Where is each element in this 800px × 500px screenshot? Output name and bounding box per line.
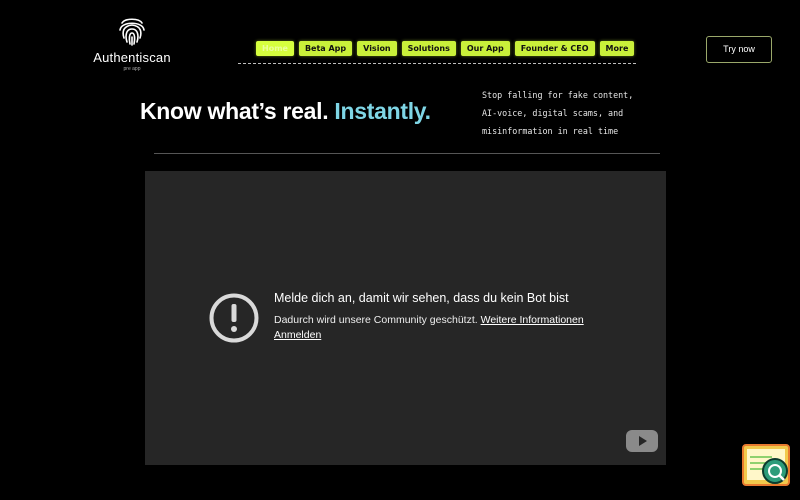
video-embed[interactable]: Melde dich an, damit wir sehen, dass du …: [145, 171, 666, 465]
try-now-button[interactable]: Try now: [706, 36, 772, 63]
nav-divider: [238, 63, 636, 64]
fingerprint-icon: [119, 18, 145, 46]
nav-item-more[interactable]: More: [599, 41, 635, 56]
hero-headline: Know what’s real. Instantly.: [140, 98, 431, 125]
hero-headline-accent: Instantly.: [334, 98, 431, 124]
brand-name: Authentiscan: [93, 50, 171, 65]
brand-subtitle: pre app: [123, 66, 141, 72]
tagline-line: Stop falling for fake content,: [482, 90, 634, 100]
video-error-title: Melde dich an, damit wir sehen, dass du …: [274, 291, 569, 305]
video-error-message: Dadurch wird unsere Community geschützt.…: [274, 314, 584, 326]
brand-logo[interactable]: Authentiscan pre app: [88, 14, 176, 72]
youtube-play-icon[interactable]: [626, 430, 658, 452]
warning-circle-icon: [209, 293, 259, 343]
nav-item-home[interactable]: Home: [256, 41, 294, 56]
more-info-link[interactable]: Weitere Informationen: [481, 314, 584, 326]
section-divider: [154, 153, 660, 154]
nav-item-our-app[interactable]: Our App: [460, 41, 510, 56]
tagline-line: misinformation in real time: [482, 126, 619, 136]
tagline-line: AI-voice, digital scams, and: [482, 108, 624, 118]
hero-headline-main: Know what’s real.: [140, 98, 329, 124]
nav-item-beta-app[interactable]: Beta App: [298, 41, 353, 56]
chat-widget-icon[interactable]: [742, 444, 790, 488]
sign-in-link[interactable]: Anmelden: [274, 329, 321, 341]
video-error-text: Dadurch wird unsere Community geschützt.: [274, 314, 478, 326]
nav-item-solutions[interactable]: Solutions: [401, 41, 456, 56]
main-nav: Home Beta App Vision Solutions Our App F…: [256, 41, 635, 56]
hero-tagline: Stop falling for fake content, AI-voice,…: [482, 86, 672, 140]
nav-item-vision[interactable]: Vision: [357, 41, 397, 56]
nav-item-founder-ceo[interactable]: Founder & CEO: [514, 41, 595, 56]
